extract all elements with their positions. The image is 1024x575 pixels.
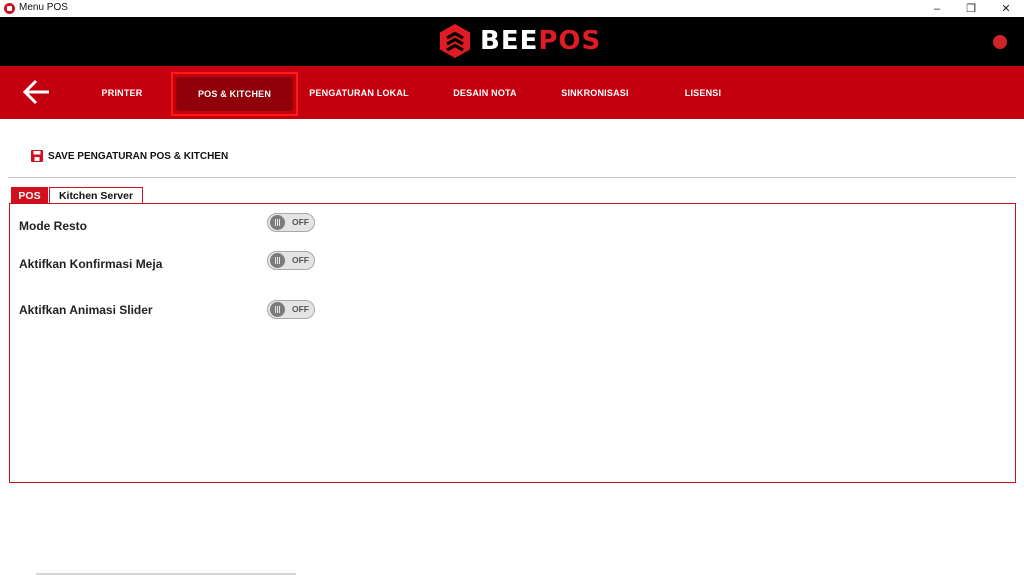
save-settings-button[interactable]: SAVE PENGATURAN POS & KITCHEN xyxy=(31,147,228,165)
tab-kitchen-server[interactable]: Kitchen Server xyxy=(49,187,143,204)
window-title: Menu POS xyxy=(19,2,68,13)
nav-lisensi[interactable]: LISENSI xyxy=(675,66,731,119)
window-titlebar: Menu POS – ❐ ✕ xyxy=(0,0,1024,17)
toggle-state-text: OFF xyxy=(292,304,309,314)
tab-pos[interactable]: POS xyxy=(11,187,48,204)
restore-button[interactable]: ❐ xyxy=(954,0,988,17)
toggle-animasi-slider[interactable]: OFF xyxy=(267,300,315,319)
connection-status-dot xyxy=(993,35,1007,49)
nav-pengaturan-lokal-label: PENGATURAN LOKAL xyxy=(309,87,409,98)
nav-pos-kitchen-label: POS & KITCHEN xyxy=(175,77,294,111)
app-icon xyxy=(4,3,15,14)
brand-name: BEEPOS xyxy=(480,26,601,56)
nav-desain-nota[interactable]: DESAIN NOTA xyxy=(445,66,525,119)
toggle-state-text: OFF xyxy=(292,255,309,265)
nav-pos-kitchen[interactable]: POS & KITCHEN xyxy=(171,72,298,116)
close-button[interactable]: ✕ xyxy=(989,0,1023,17)
save-settings-label: SAVE PENGATURAN POS & KITCHEN xyxy=(48,150,229,162)
minimize-button[interactable]: – xyxy=(920,0,954,17)
nav-pengaturan-lokal[interactable]: PENGATURAN LOKAL xyxy=(306,66,412,119)
beepos-hex-icon xyxy=(440,24,470,58)
toggle-state-text: OFF xyxy=(292,217,309,227)
setting-label-konfirmasi-meja: Aktifkan Konfirmasi Meja xyxy=(19,257,163,271)
nav-printer-label: PRINTER xyxy=(101,87,143,98)
toggle-knob xyxy=(270,302,285,317)
toggle-knob xyxy=(270,253,285,268)
setting-label-animasi-slider: Aktifkan Animasi Slider xyxy=(19,303,153,317)
setting-label-mode-resto: Mode Resto xyxy=(19,219,88,233)
brand-name-bee: BEE xyxy=(480,26,539,56)
section-divider xyxy=(8,177,1016,178)
pos-settings-panel xyxy=(9,203,1016,483)
toggle-mode-resto[interactable]: OFF xyxy=(267,213,315,232)
nav-printer[interactable]: PRINTER xyxy=(92,66,152,119)
toggle-konfirmasi-meja[interactable]: OFF xyxy=(267,251,315,270)
app-header: BEEPOS xyxy=(0,17,1024,66)
settings-nav: PRINTER POS & KITCHEN PENGATURAN LOKAL D… xyxy=(0,66,1024,119)
save-disk-icon xyxy=(31,150,43,162)
back-arrow-icon[interactable] xyxy=(22,78,52,106)
nav-sinkronisasi-label: SINKRONISASI xyxy=(561,87,629,98)
nav-lisensi-label: LISENSI xyxy=(684,87,722,98)
beepos-logo: BEEPOS xyxy=(438,23,601,59)
toggle-knob xyxy=(270,215,285,230)
nav-desain-nota-label: DESAIN NOTA xyxy=(453,87,517,98)
brand-name-pos: POS xyxy=(538,26,602,56)
nav-sinkronisasi[interactable]: SINKRONISASI xyxy=(553,66,637,119)
